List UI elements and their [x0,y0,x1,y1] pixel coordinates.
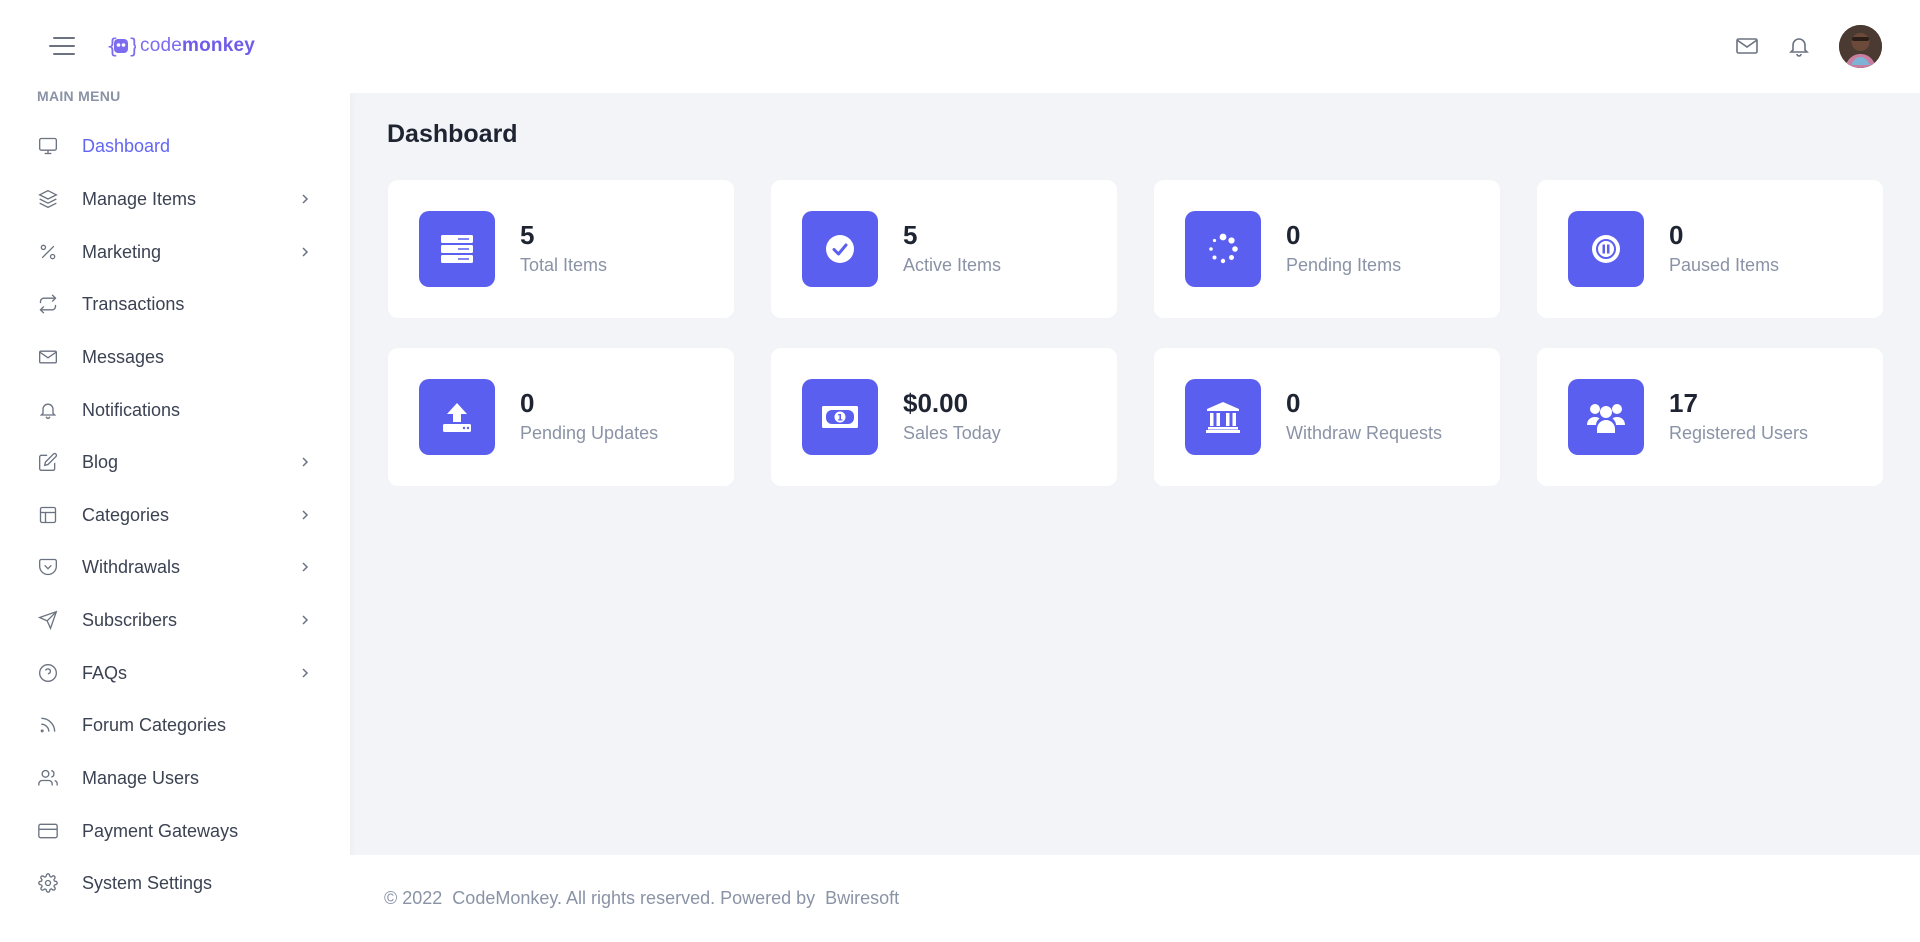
footer-copyright: © 2022 CodeMonkey. All rights reserved. … [384,888,900,908]
upload-icon [419,379,495,455]
stat-label: Withdraw Requests [1286,423,1443,443]
sidebar-item-label: Manage Items [82,188,197,209]
sidebar-item-label: FAQs [82,662,128,683]
stat-card-pending-updates[interactable]: 0 Pending Updates [388,348,734,486]
stat-card-sales-today[interactable]: 1 $0.00 Sales Today [771,348,1117,486]
sidebar-item-label: System Settings [82,872,213,893]
layers-icon [37,188,59,210]
sidebar-section-label: MAIN MENU [37,88,121,104]
credit-card-icon [37,820,59,842]
stat-label: Registered Users [1669,423,1809,443]
sidebar-item-label: Dashboard [82,135,171,156]
sidebar-item-blog[interactable]: Blog [0,440,350,484]
stat-label: Pending Items [1286,255,1402,275]
stat-value: 0 [1286,388,1301,418]
mail-icon [37,346,59,368]
menu-icon[interactable] [48,34,76,58]
logo[interactable]: { } codemonkey [106,30,255,62]
sidebar-item-label: Categories [82,504,170,525]
server-icon [419,211,495,287]
check-circle-icon [802,211,878,287]
stat-value: $0.00 [903,388,969,418]
stat-value: 5 [903,220,918,250]
chevron-right-icon [302,615,309,625]
monitor-icon [37,135,59,157]
sidebar-item-payment-gateways[interactable]: Payment Gateways [0,809,350,853]
pocket-icon [37,556,59,578]
chevron-right-icon [302,457,309,467]
bank-icon [1185,379,1261,455]
money-bill-icon: 1 [802,379,878,455]
chevron-right-icon [302,668,309,678]
users-icon [37,767,59,789]
layout-icon [37,504,59,526]
settings-icon [37,872,59,894]
svg-text:1: 1 [837,414,843,424]
sidebar-item-subscribers[interactable]: Subscribers [0,598,350,642]
stat-card-registered-users[interactable]: 17 Registered Users [1537,348,1883,486]
send-icon [37,609,59,631]
sidebar-item-dashboard[interactable]: Dashboard [0,124,350,168]
chevron-right-icon [302,247,309,257]
percent-icon [37,241,59,263]
sidebar-item-messages[interactable]: Messages [0,335,350,379]
sidebar-item-label: Marketing [82,241,162,262]
chevron-right-icon [302,510,309,520]
chevron-right-icon [302,562,309,572]
sidebar-item-manage-items[interactable]: Manage Items [0,177,350,221]
stat-label: Sales Today [903,423,1001,443]
edit-icon [37,451,59,473]
repeat-icon [37,293,59,315]
users-group-icon [1568,379,1644,455]
bell-icon [37,399,59,421]
chevron-right-icon [302,194,309,204]
sidebar-item-label: Forum Categories [82,714,227,735]
stat-label: Paused Items [1669,255,1780,275]
stat-label: Active Items [903,255,1002,275]
stat-value: 0 [1286,220,1301,250]
sidebar-item-notifications[interactable]: Notifications [0,388,350,432]
stat-card-pending-items[interactable]: 0 Pending Items [1154,180,1500,318]
sidebar-item-label: Blog [82,451,119,472]
sidebar-item-transactions[interactable]: Transactions [0,282,350,326]
sidebar-item-forum-categories[interactable]: Forum Categories [0,703,350,747]
rss-icon [37,714,59,736]
monkey-logo-icon: { } [106,34,136,58]
sidebar-item-label: Notifications [82,399,181,420]
sidebar-item-label: Transactions [82,293,185,314]
sidebar-item-marketing[interactable]: Marketing [0,230,350,274]
avatar[interactable] [1839,25,1882,68]
stat-value: 0 [520,388,535,418]
sidebar-item-label: Withdrawals [82,556,181,577]
mail-icon[interactable] [1735,34,1759,58]
sidebar-item-label: Payment Gateways [82,820,239,841]
stat-label: Total Items [520,255,608,275]
stat-card-withdraw-requests[interactable]: 0 Withdraw Requests [1154,348,1500,486]
logo-text: codemonkey [140,35,256,56]
top-header: { } codemonkey [0,0,1920,93]
spinner-icon [1185,211,1261,287]
page-title: Dashboard [387,120,518,148]
stat-label: Pending Updates [520,423,659,443]
pause-circle-icon [1568,211,1644,287]
sidebar-item-withdrawals[interactable]: Withdrawals [0,545,350,589]
sidebar-item-manage-users[interactable]: Manage Users [0,756,350,800]
footer: © 2022 CodeMonkey. All rights reserved. … [350,855,1920,942]
svg-text:}: } [128,34,136,58]
user-avatar-icon [1839,25,1882,68]
stat-value: 5 [520,220,535,250]
sidebar-item-categories[interactable]: Categories [0,493,350,537]
stat-card-paused-items[interactable]: 0 Paused Items [1537,180,1883,318]
stat-value: 17 [1669,388,1698,418]
sidebar-item-label: Manage Users [82,767,200,788]
sidebar-item-system-settings[interactable]: System Settings [0,861,350,905]
bell-icon[interactable] [1787,34,1811,58]
sidebar-item-faqs[interactable]: FAQs [0,651,350,695]
help-circle-icon [37,662,59,684]
sidebar-item-label: Messages [82,346,165,367]
stat-card-active-items[interactable]: 5 Active Items [771,180,1117,318]
sidebar-item-label: Subscribers [82,609,178,630]
stat-card-total-items[interactable]: 5 Total Items [388,180,734,318]
stat-value: 0 [1669,220,1684,250]
